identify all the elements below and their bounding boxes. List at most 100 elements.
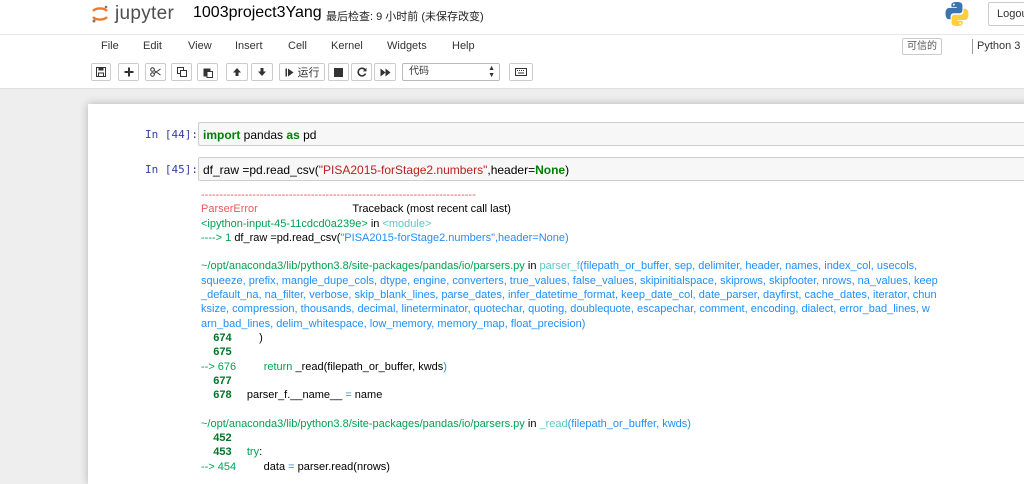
python-logo-icon xyxy=(945,2,969,26)
keyboard-icon xyxy=(515,68,527,76)
traceback-token: ~/opt/anaconda3/lib/python3.8/site-packa… xyxy=(201,417,525,430)
input-prompt: In [44]: xyxy=(145,128,198,141)
traceback-line: arn_bad_lines, delim_whitespace, low_mem… xyxy=(201,317,938,331)
traceback-token: 674 xyxy=(201,331,232,344)
menu-file[interactable]: File xyxy=(101,40,119,52)
run-label: 运行 xyxy=(297,67,320,79)
restart-run-all-button[interactable] xyxy=(374,63,396,81)
move-down-button[interactable] xyxy=(251,63,273,81)
run-button[interactable]: 运行 xyxy=(279,63,325,81)
traceback-line: 453 try: xyxy=(201,445,938,459)
traceback-token: ----------------------------------------… xyxy=(201,189,476,201)
traceback-token: --> 676 xyxy=(201,360,237,373)
menu-cell[interactable]: Cell xyxy=(288,40,307,52)
trusted-indicator[interactable]: 可信的 xyxy=(902,38,942,55)
traceback-token: Traceback (most recent call last) xyxy=(257,203,511,216)
cut-button[interactable] xyxy=(145,63,166,81)
traceback-line xyxy=(201,245,938,259)
code-token: ,header xyxy=(487,163,529,177)
interrupt-button[interactable] xyxy=(328,63,349,81)
menu-widgets[interactable]: Widgets xyxy=(387,40,427,52)
traceback-token: name xyxy=(351,389,383,402)
traceback-token: df_raw =pd.read_csv( xyxy=(234,231,341,244)
code-text: import pandas as pd xyxy=(203,128,316,142)
notebook-name[interactable]: 1003project3Yang xyxy=(193,4,322,22)
traceback-token: ) xyxy=(231,331,263,344)
traceback-token: ----> 1 xyxy=(201,231,235,244)
arrow-down-icon xyxy=(258,68,266,76)
code-token: ) xyxy=(565,163,570,177)
traceback-line: 677 xyxy=(201,374,938,388)
save-icon xyxy=(96,67,106,77)
menu-help[interactable]: Help xyxy=(452,40,475,52)
header: jupyter 1003project3Yang 最后检查: 9 小时前 (未保… xyxy=(0,0,1024,34)
traceback-token: 453 xyxy=(201,446,232,459)
traceback-line xyxy=(201,402,938,416)
menu-edit[interactable]: Edit xyxy=(143,40,162,52)
toolbar: 运行 代码 ▲ ▼ xyxy=(0,58,1024,89)
plus-icon xyxy=(124,67,133,77)
logout-button[interactable]: Logout xyxy=(988,2,1024,26)
code-token: df_raw xyxy=(203,163,243,177)
code-cell-input[interactable]: import pandas as pd xyxy=(198,122,1024,146)
traceback-line: ----> 1 df_raw =pd.read_csv("PISA2015-fo… xyxy=(201,231,938,245)
traceback-token: in xyxy=(367,217,383,230)
arrow-up-icon xyxy=(233,68,241,76)
step-forward-icon xyxy=(285,68,293,76)
insert-cell-button[interactable] xyxy=(118,63,139,81)
menu-view[interactable]: View xyxy=(188,40,212,52)
menu-kernel[interactable]: Kernel xyxy=(331,40,363,52)
traceback-token: ParserError xyxy=(201,203,258,216)
save-button[interactable] xyxy=(91,63,111,81)
traceback-line: --> 676 return _read(filepath_or_buffer,… xyxy=(201,360,938,374)
traceback-token xyxy=(236,361,264,373)
jupyter-logo-text: jupyter xyxy=(115,3,175,24)
traceback-line: ~/opt/anaconda3/lib/python3.8/site-packa… xyxy=(201,259,938,273)
traceback-line: squeeze, prefix, mangle_dupe_cols, dtype… xyxy=(201,274,938,288)
traceback-token: --> 454 xyxy=(201,460,237,473)
traceback-token: in xyxy=(524,260,540,273)
menu-insert[interactable]: Insert xyxy=(235,40,263,52)
traceback-token: (filepath_or_buffer, kwds) xyxy=(567,417,691,430)
traceback-token: return xyxy=(263,360,293,373)
copy-icon xyxy=(176,67,187,77)
copy-button[interactable] xyxy=(171,63,192,81)
restart-button[interactable] xyxy=(351,63,372,81)
traceback-line: 452 xyxy=(201,431,938,445)
traceback-token: <ipython-input-45-11cdcd0a239e> xyxy=(201,217,368,230)
traceback-line: ParserError Traceback (most recent call … xyxy=(201,202,938,216)
code-token: None xyxy=(535,163,566,177)
move-up-button[interactable] xyxy=(226,63,248,81)
menubar: File Edit View Insert Cell Kernel Widget… xyxy=(0,34,1024,59)
traceback-line: ksize, compression, thousands, decimal, … xyxy=(201,302,938,316)
cell-type-value: 代码 xyxy=(409,66,429,77)
cell-output-traceback: ----------------------------------------… xyxy=(201,188,938,474)
code-token: pd.read_csv( xyxy=(249,163,319,177)
command-palette-button[interactable] xyxy=(509,63,533,81)
fast-forward-icon xyxy=(380,68,390,76)
traceback-token: arn_bad_lines, delim_whitespace, low_mem… xyxy=(201,317,586,330)
cell-type-select[interactable]: 代码 ▲ ▼ xyxy=(402,63,500,81)
traceback-token: data xyxy=(236,460,289,473)
stop-icon xyxy=(334,67,343,77)
traceback-token xyxy=(232,446,247,458)
jupyter-logo[interactable]: jupyter xyxy=(90,2,174,26)
code-cell-input[interactable]: df_raw =pd.read_csv("PISA2015-forStage2.… xyxy=(198,157,1024,181)
traceback-token: ksize, compression, thousands, decimal, … xyxy=(201,303,930,316)
traceback-token: <module> xyxy=(382,217,432,230)
traceback-line: <ipython-input-45-11cdcd0a239e> in <modu… xyxy=(201,217,938,231)
notebook-container: In [44]: import pandas as pd In [45]: df… xyxy=(88,104,1024,484)
scissors-icon xyxy=(150,67,161,77)
traceback-line: ----------------------------------------… xyxy=(201,188,938,202)
traceback-token: parser_f.__name__ xyxy=(231,389,346,402)
code-token: pd xyxy=(299,128,317,142)
traceback-token: : xyxy=(259,446,263,459)
traceback-token: 675 xyxy=(201,346,232,359)
traceback-token: ) xyxy=(443,360,447,373)
paste-icon xyxy=(203,68,213,78)
code-text: df_raw =pd.read_csv("PISA2015-forStage2.… xyxy=(203,163,569,177)
paste-button[interactable] xyxy=(197,63,218,81)
traceback-line: _default_na, na_filter, verbose, skip_bl… xyxy=(201,288,938,302)
code-token: pandas xyxy=(240,128,287,142)
traceback-token: 677 xyxy=(201,374,232,387)
